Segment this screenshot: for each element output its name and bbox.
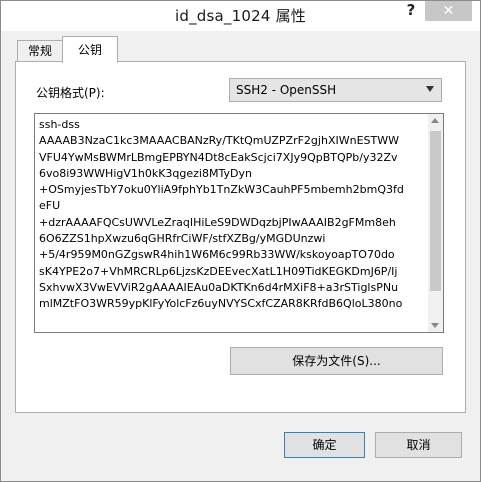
close-icon: ✕: [442, 3, 455, 19]
key-line: AAAAB3NzaC1kc3MAAACBANzRy/TKtQmUZPZrF2gj…: [39, 134, 399, 148]
help-button[interactable]: ?: [397, 1, 425, 23]
public-key-textarea[interactable]: ssh-dss AAAAB3NzaC1kc3MAAACBANzRy/TKtQmUZ…: [34, 113, 444, 333]
key-format-value: SSH2 - OpenSSH: [236, 83, 337, 97]
key-line: sK4YPE2o7+VhMRCRLp6LjzsKzDEEvecXatL1H09T…: [39, 264, 398, 278]
key-line: 6O6ZZS1hpXwzu6qGHRfrCiWF/stfXZBg/yMGDUnz…: [39, 232, 326, 246]
key-format-select[interactable]: SSH2 - OpenSSH: [229, 78, 442, 102]
key-line: mlMZtFO3WR59ypKlFyYolcFz6uyNVYSCxfCZAR8K…: [39, 297, 403, 311]
scroll-down-icon[interactable]: [431, 323, 439, 328]
close-button[interactable]: ✕: [425, 1, 472, 21]
ok-button[interactable]: 确定: [284, 432, 365, 458]
chevron-down-icon: [426, 86, 434, 92]
public-key-text: ssh-dss AAAAB3NzaC1kc3MAAACBANzRy/TKtQmUZ…: [39, 117, 431, 313]
vertical-scrollbar[interactable]: [428, 114, 443, 332]
tab-general[interactable]: 常规: [17, 40, 63, 61]
key-line: SxhvwX3VwEVViR2gAAAAIEAu0aDKTKn6d4rMXiF8…: [39, 280, 399, 294]
key-line: VFU4YwMsBWMrLBmgEPBYN4Dt8cEakScjci7XJy9Q…: [39, 150, 398, 164]
key-line: +OSmyjesTbY7oku0YliA9fphYb1TnZkW3CauhPF5…: [39, 183, 404, 197]
scrollbar-thumb[interactable]: [430, 131, 441, 291]
title-bar[interactable]: id_dsa_1024 属性 ? ✕: [1, 1, 480, 31]
save-to-file-button[interactable]: 保存为文件(S)...: [230, 347, 443, 375]
key-format-label: 公钥格式(P):: [36, 86, 105, 100]
key-line: ssh-dss: [39, 118, 80, 131]
key-line: 6vo8i93WWHigV1h0kK3qgezi8MTyDyn: [39, 166, 252, 180]
tab-public-key[interactable]: 公钥: [62, 36, 118, 63]
key-line: eFU: [39, 199, 61, 213]
scroll-up-icon[interactable]: [431, 118, 439, 123]
cancel-button[interactable]: 取消: [375, 432, 462, 458]
key-line: +5/4r959M0nGZgswR4hih1W6M6c99Rb33WW/ksko…: [39, 248, 395, 262]
key-line: +dzrAAAAFQCsUWVLeZraqIHiLeS9DWDqzbjPIwAA…: [39, 215, 396, 229]
